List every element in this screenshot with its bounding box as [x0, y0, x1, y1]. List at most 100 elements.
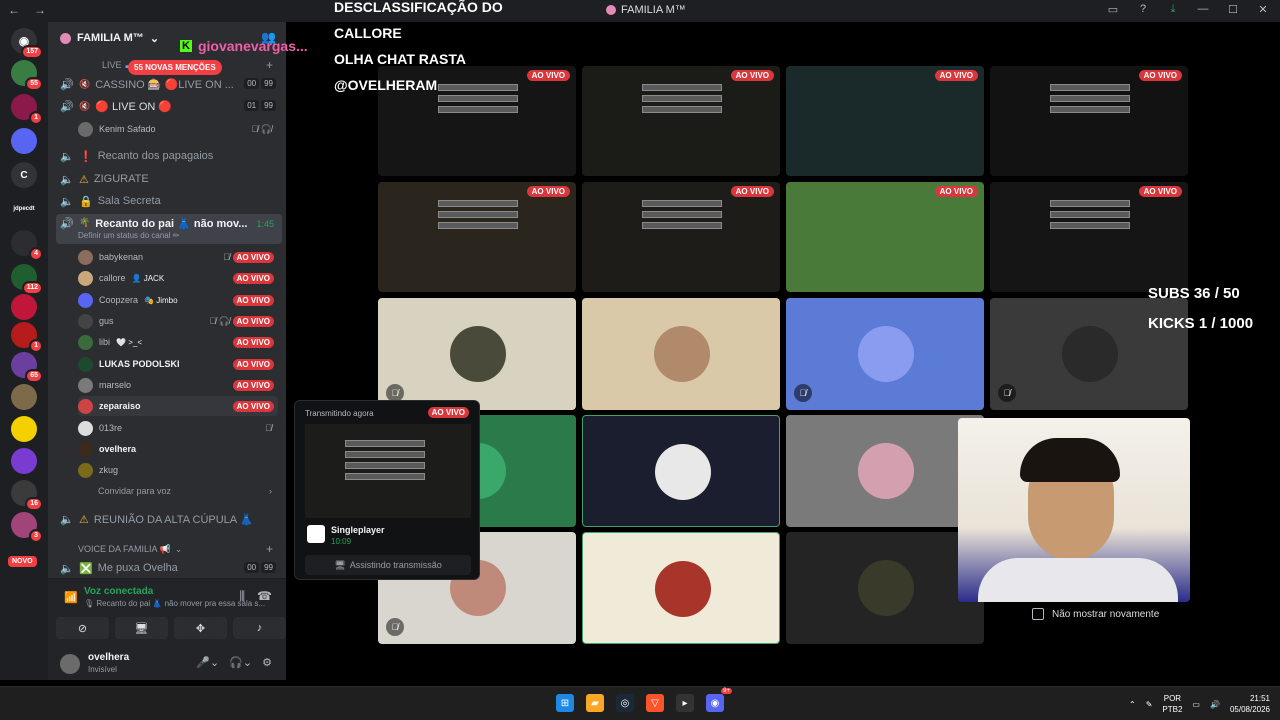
stream-tile[interactable]: AO VIVO	[582, 182, 780, 292]
voice-channel-name[interactable]: 🎙 Recanto do pai 👗 não mover pra essa sa…	[84, 599, 265, 608]
live-badge[interactable]: AO VIVO	[232, 251, 274, 263]
category-live[interactable]: LIVE ▬ +	[62, 58, 273, 72]
channel-reuniao[interactable]: 🔈 ⚠ REUNIÃO DA ALTA CÚPULA 👗	[56, 509, 282, 529]
live-badge[interactable]: AO VIVO	[232, 294, 274, 306]
live-badge[interactable]: AO VIVO	[232, 379, 274, 391]
voice-user[interactable]: Coopzera 🎭 Jimbo AO VIVO	[78, 290, 278, 310]
live-badge[interactable]: AO VIVO	[232, 336, 274, 348]
inbox-icon[interactable]: ▭	[1106, 3, 1120, 16]
server-icon[interactable]: 55	[11, 60, 43, 91]
add-channel-icon[interactable]: +	[266, 58, 273, 72]
soundboard-icon[interactable]: ⫼	[240, 589, 246, 604]
windows-start-icon[interactable]: ⊞	[556, 694, 574, 712]
gear-icon[interactable]: ⚙	[262, 656, 272, 669]
home-button[interactable]: ◉ 157	[11, 28, 43, 59]
participant-tile[interactable]	[582, 532, 780, 644]
server-icon[interactable]: C	[11, 162, 37, 188]
close-icon[interactable]: ✕	[1256, 3, 1270, 16]
server-icon[interactable]: 16	[11, 480, 43, 511]
live-badge[interactable]: AO VIVO	[232, 400, 274, 412]
participant-tile[interactable]	[582, 415, 780, 527]
voice-user[interactable]: 013re 🎙̸	[78, 418, 278, 438]
help-icon[interactable]: ?	[1136, 3, 1150, 16]
back-arrow-icon[interactable]: ←	[8, 3, 20, 17]
server-icon[interactable]	[11, 128, 37, 154]
download-icon[interactable]: ⤓	[1166, 3, 1180, 16]
language-indicator[interactable]: POR PTB2	[1162, 693, 1182, 715]
participant-tile[interactable]	[786, 532, 984, 644]
stream-tile[interactable]: AO VIVO	[990, 182, 1188, 292]
discord-icon[interactable]: ◉ 9+	[706, 688, 732, 712]
avatar[interactable]	[60, 654, 80, 674]
channel-me-puxa[interactable]: 🔈 ❎ Me puxa Ovelha 00 99	[56, 558, 282, 578]
dont-show-again[interactable]: Não mostrar novamente	[1032, 608, 1159, 620]
server-icon[interactable]: 112	[11, 264, 43, 295]
voice-user[interactable]: LUKAS PODOLSKI AO VIVO	[78, 354, 278, 374]
channel-cassino[interactable]: 🔊 🔇 CASSINO 🎰 🔴LIVE ON ... 00 99	[56, 74, 282, 94]
signal-icon[interactable]: 📶	[64, 591, 78, 604]
add-channel-icon[interactable]: +	[266, 542, 273, 556]
live-badge[interactable]: AO VIVO	[232, 315, 274, 327]
live-badge[interactable]: AO VIVO	[232, 272, 274, 284]
server-icon[interactable]: 3	[11, 512, 43, 543]
participant-tile[interactable]	[786, 415, 984, 527]
dont-show-checkbox[interactable]	[1032, 608, 1044, 620]
voice-user[interactable]: gus 🎙̸ 🎧̸ AO VIVO	[78, 311, 278, 331]
server-icon[interactable]: jdpecdt	[11, 196, 37, 222]
stream-tile[interactable]: AO VIVO	[582, 66, 780, 176]
stream-tile[interactable]: AO VIVO	[378, 182, 576, 292]
stream-tile[interactable]: AO VIVO	[990, 66, 1188, 176]
soundboard-button[interactable]: ♪	[233, 617, 286, 639]
channel-recanto-papagaios[interactable]: 🔈 ❗ Recanto dos papagaios	[56, 146, 282, 166]
participant-tile[interactable]	[582, 298, 780, 410]
pen-icon[interactable]: ✎	[1146, 700, 1153, 709]
server-icon[interactable]: 4	[11, 230, 43, 261]
new-mentions-pill[interactable]: 55 NOVAS MENÇÕES	[128, 60, 222, 75]
volume-icon[interactable]: 🔊	[1210, 700, 1220, 709]
chevron-up-icon[interactable]: ⌃	[1129, 700, 1136, 709]
steam-icon[interactable]: ◎	[616, 694, 634, 712]
microphone-icon[interactable]: 🎤⌄	[196, 656, 219, 669]
stream-thumbnail[interactable]	[305, 424, 471, 518]
voice-user[interactable]: zeparaiso AO VIVO	[78, 396, 278, 416]
voice-user[interactable]: babykenan 🎙̸ AO VIVO	[78, 247, 278, 267]
brave-icon[interactable]: ▽	[646, 694, 664, 712]
camera-off-button[interactable]: ⊘	[56, 617, 109, 639]
headphones-icon[interactable]: 🎧⌄	[229, 656, 252, 669]
voice-user[interactable]: libi 🤍 >_< AO VIVO	[78, 332, 278, 352]
voice-user[interactable]: marselo AO VIVO	[78, 375, 278, 395]
maximize-icon[interactable]: ☐	[1226, 3, 1240, 16]
server-icon[interactable]	[11, 416, 37, 442]
invite-to-voice[interactable]: Convidar para voz ›	[98, 486, 278, 496]
file-explorer-icon[interactable]: ▰	[586, 694, 604, 712]
forward-arrow-icon[interactable]: →	[34, 3, 46, 17]
username[interactable]: ovelhera	[88, 652, 129, 663]
voice-user[interactable]: ovelhera	[78, 439, 278, 459]
channel-live-on[interactable]: 🔊 🔇 🔴 LIVE ON 🔴 01 99	[56, 96, 282, 116]
voice-user[interactable]: callore 👤 JACK AO VIVO	[78, 268, 278, 288]
screen-share-button[interactable]: 🖥	[115, 617, 168, 639]
activities-button[interactable]: ✥	[174, 617, 227, 639]
channel-recanto-do-pai[interactable]: 🔊 🌴 Recanto do pai 👗 não mov... 1:45 Def…	[56, 214, 282, 244]
live-badge[interactable]: AO VIVO	[232, 358, 274, 370]
channel-zigurate[interactable]: 🔈 ⚠ ZIGURATE	[56, 169, 282, 189]
server-icon[interactable]: 65	[11, 352, 43, 383]
display-icon[interactable]: ▭	[1192, 700, 1200, 709]
channel-sala-secreta[interactable]: 🔈 🔒 Sala Secreta	[56, 191, 282, 211]
disconnect-icon[interactable]: ☎	[257, 589, 272, 604]
clock[interactable]: 21:51 05/08/2026	[1230, 693, 1270, 715]
voice-user[interactable]: Kenim Safado 🎙̸ 🎧̸	[78, 119, 278, 139]
server-icon[interactable]	[11, 294, 37, 320]
participant-tile[interactable]: 🎙̸	[786, 298, 984, 410]
category-voice[interactable]: VOICE DA FAMILIA 📢 ⌄ +	[62, 542, 273, 556]
voice-user[interactable]: zkug	[78, 460, 278, 480]
channel-status[interactable]: Definir um status do canal ✏	[78, 231, 179, 240]
server-icon[interactable]	[11, 384, 37, 410]
stream-tile[interactable]: AO VIVO	[786, 182, 984, 292]
server-icon[interactable]	[11, 448, 37, 474]
participant-tile[interactable]: 🎙̸	[378, 298, 576, 410]
watching-stream-button[interactable]: 🖥 Assistindo transmissão	[305, 555, 471, 575]
stream-tile[interactable]: AO VIVO	[786, 66, 984, 176]
media-icon[interactable]: ▸	[676, 694, 694, 712]
server-icon[interactable]: 1	[11, 94, 43, 125]
